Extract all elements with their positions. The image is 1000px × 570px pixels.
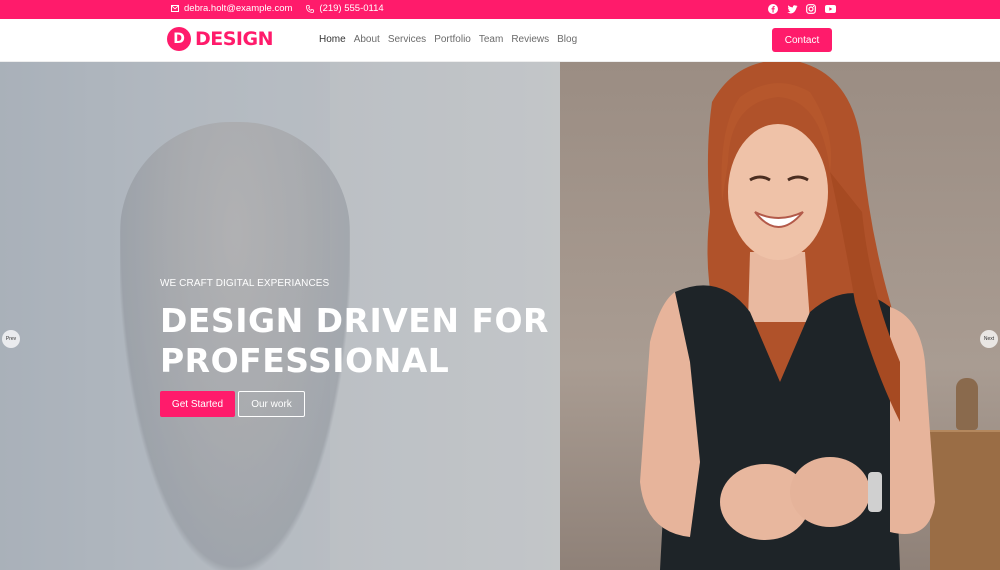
get-started-button[interactable]: Get Started bbox=[160, 391, 235, 417]
instagram-icon[interactable] bbox=[805, 3, 817, 15]
nav-item-blog[interactable]: Blog bbox=[557, 34, 577, 45]
twitter-icon[interactable] bbox=[786, 3, 798, 15]
hero-headline: DESIGN DRIVEN FOR PROFESSIONAL bbox=[160, 301, 549, 381]
phone-item[interactable]: (219) 555-0114 bbox=[306, 3, 384, 14]
hero-headline-line2: PROFESSIONAL bbox=[160, 341, 450, 380]
contact-button[interactable]: Contact bbox=[772, 28, 832, 52]
hero-headline-line1: DESIGN DRIVEN FOR bbox=[160, 301, 549, 340]
logo-mark: D bbox=[167, 27, 191, 51]
nav-item-portfolio[interactable]: Portfolio bbox=[434, 34, 471, 45]
nav-menu: Home About Services Portfolio Team Revie… bbox=[319, 34, 585, 45]
contact-info: debra.holt@example.com (219) 555-0114 bbox=[171, 3, 398, 14]
email-item[interactable]: debra.holt@example.com bbox=[171, 3, 292, 14]
hero-content: WE CRAFT DIGITAL EXPERIANCES DESIGN DRIV… bbox=[160, 278, 549, 417]
nav-item-home[interactable]: Home bbox=[319, 34, 346, 45]
top-info-bar: debra.holt@example.com (219) 555-0114 bbox=[0, 0, 1000, 19]
hero-buttons: Get Started Our work bbox=[160, 391, 549, 417]
our-work-button[interactable]: Our work bbox=[238, 391, 305, 417]
youtube-icon[interactable] bbox=[824, 3, 836, 15]
facebook-icon[interactable] bbox=[767, 3, 779, 15]
wooden-shelf bbox=[930, 432, 1000, 570]
nav-item-about[interactable]: About bbox=[354, 34, 380, 45]
email-text: debra.holt@example.com bbox=[184, 3, 293, 14]
carousel-prev-button[interactable]: Prev bbox=[2, 330, 20, 348]
hero-photo-woman bbox=[640, 62, 935, 570]
hero-eyebrow: WE CRAFT DIGITAL EXPERIANCES bbox=[160, 278, 330, 289]
social-links bbox=[760, 3, 836, 15]
nav-item-team[interactable]: Team bbox=[479, 34, 503, 45]
main-navbar: D DESIGN Home About Services Portfolio T… bbox=[0, 19, 1000, 62]
nav-item-services[interactable]: Services bbox=[388, 34, 426, 45]
phone-icon bbox=[306, 4, 315, 13]
figurine bbox=[956, 378, 978, 430]
envelope-icon bbox=[171, 5, 179, 12]
phone-text: (219) 555-0114 bbox=[319, 3, 384, 14]
nav-item-reviews[interactable]: Reviews bbox=[511, 34, 549, 45]
logo-text: DESIGN bbox=[195, 28, 274, 50]
hero-section: WE CRAFT DIGITAL EXPERIANCES DESIGN DRIV… bbox=[0, 62, 1000, 570]
site-logo[interactable]: D DESIGN bbox=[167, 27, 274, 51]
carousel-next-button[interactable]: Next bbox=[980, 330, 998, 348]
